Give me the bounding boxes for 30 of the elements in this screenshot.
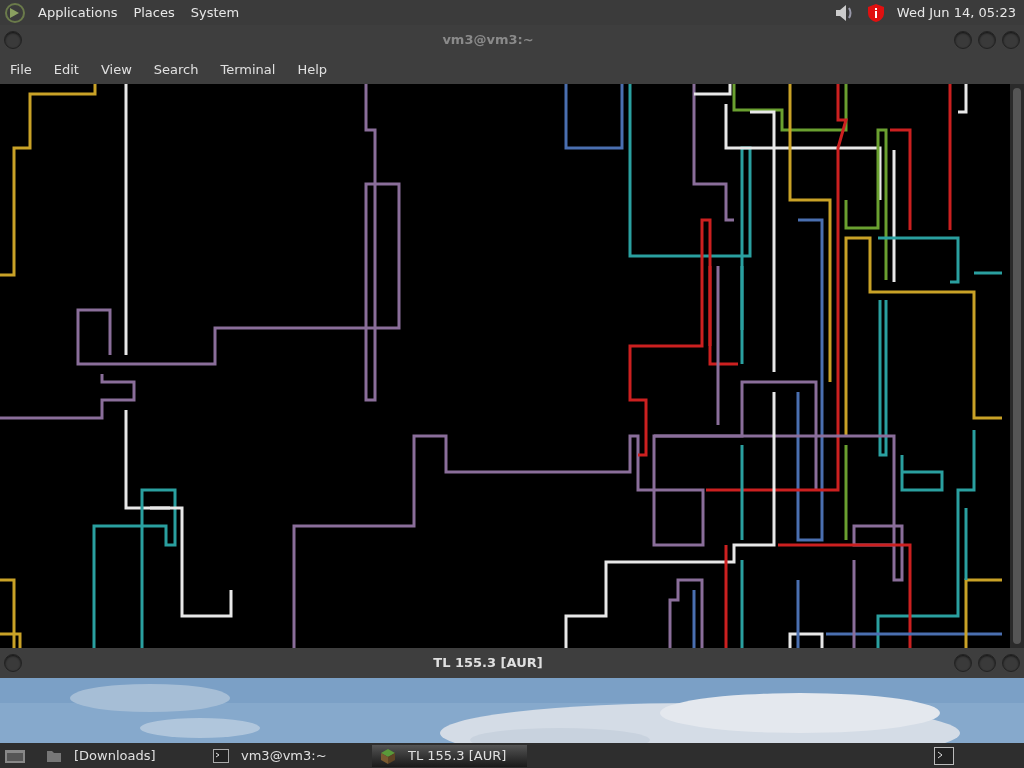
window-title: vm3@vm3:~ xyxy=(441,31,535,50)
cube-icon xyxy=(380,747,396,764)
panel-menu[interactable]: Applications xyxy=(34,2,122,23)
clock[interactable]: Wed Jun 14, 05:23 xyxy=(896,2,1016,23)
task-button[interactable]: TL 155.3 [AUR] xyxy=(372,744,527,767)
terminal-icon[interactable] xyxy=(934,746,954,765)
menu-item[interactable]: File xyxy=(6,59,36,80)
terminal-icon xyxy=(213,748,229,763)
close-button[interactable] xyxy=(1002,31,1020,49)
minimize-button[interactable] xyxy=(954,31,972,49)
folder-icon xyxy=(46,748,62,763)
task-button[interactable]: [Downloads] xyxy=(38,744,193,767)
menu-item[interactable]: Help xyxy=(293,59,332,80)
maximize-button[interactable] xyxy=(978,654,996,672)
maximize-button[interactable] xyxy=(978,31,996,49)
logo-icon[interactable] xyxy=(4,1,26,24)
window-menu-button[interactable] xyxy=(4,654,22,672)
window-menu-button[interactable] xyxy=(4,31,22,49)
shield-icon[interactable] xyxy=(866,2,885,23)
minimize-button[interactable] xyxy=(954,654,972,672)
panel-menu[interactable]: System xyxy=(186,2,244,23)
menu-item[interactable]: View xyxy=(96,59,136,80)
window-title: TL 155.3 [AUR] xyxy=(432,654,544,673)
menu-item[interactable]: Search xyxy=(149,59,203,80)
menu-item[interactable]: Terminal xyxy=(216,59,280,80)
menu-item[interactable]: Edit xyxy=(49,59,83,80)
close-button[interactable] xyxy=(1002,654,1020,672)
scrollbar[interactable] xyxy=(1010,84,1024,648)
panel-menu[interactable]: Places xyxy=(129,2,179,23)
task-button[interactable]: vm3@vm3:~ xyxy=(205,744,360,767)
